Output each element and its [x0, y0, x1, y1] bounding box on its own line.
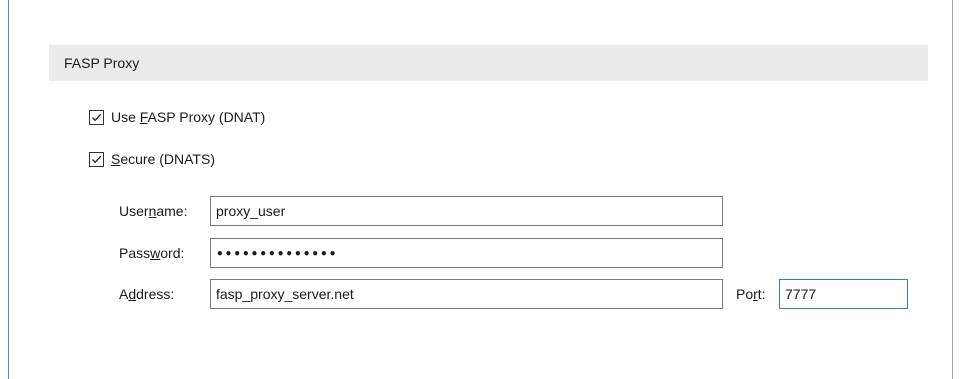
window-right-border	[952, 0, 953, 379]
port-label: Port:	[736, 286, 766, 302]
port-input[interactable]: 7777	[779, 279, 908, 309]
password-input[interactable]: ••••••••••••••	[210, 238, 723, 268]
secure-label: Secure (DNATS)	[111, 151, 215, 167]
username-label: Username:	[119, 203, 188, 219]
use-fasp-proxy-checkbox-row[interactable]: Use FASP Proxy (DNAT)	[89, 108, 265, 126]
secure-checkbox-row[interactable]: Secure (DNATS)	[89, 150, 215, 168]
port-value: 7777	[785, 286, 817, 302]
address-label: Address:	[119, 286, 175, 302]
use-fasp-proxy-checkbox[interactable]	[89, 109, 104, 125]
password-value: ••••••••••••••	[216, 247, 338, 261]
password-label: Password:	[119, 245, 185, 261]
section-title: FASP Proxy	[64, 55, 140, 71]
secure-checkbox[interactable]	[89, 151, 104, 167]
use-fasp-proxy-label: Use FASP Proxy (DNAT)	[111, 109, 266, 125]
address-input[interactable]: fasp_proxy_server.net	[210, 279, 723, 309]
username-value: proxy_user	[216, 203, 286, 219]
checkmark-icon	[92, 155, 102, 163]
username-input[interactable]: proxy_user	[210, 196, 723, 226]
address-value: fasp_proxy_server.net	[216, 286, 354, 302]
section-header: FASP Proxy	[49, 45, 928, 81]
checkmark-icon	[92, 113, 102, 121]
window-left-border	[8, 0, 9, 379]
